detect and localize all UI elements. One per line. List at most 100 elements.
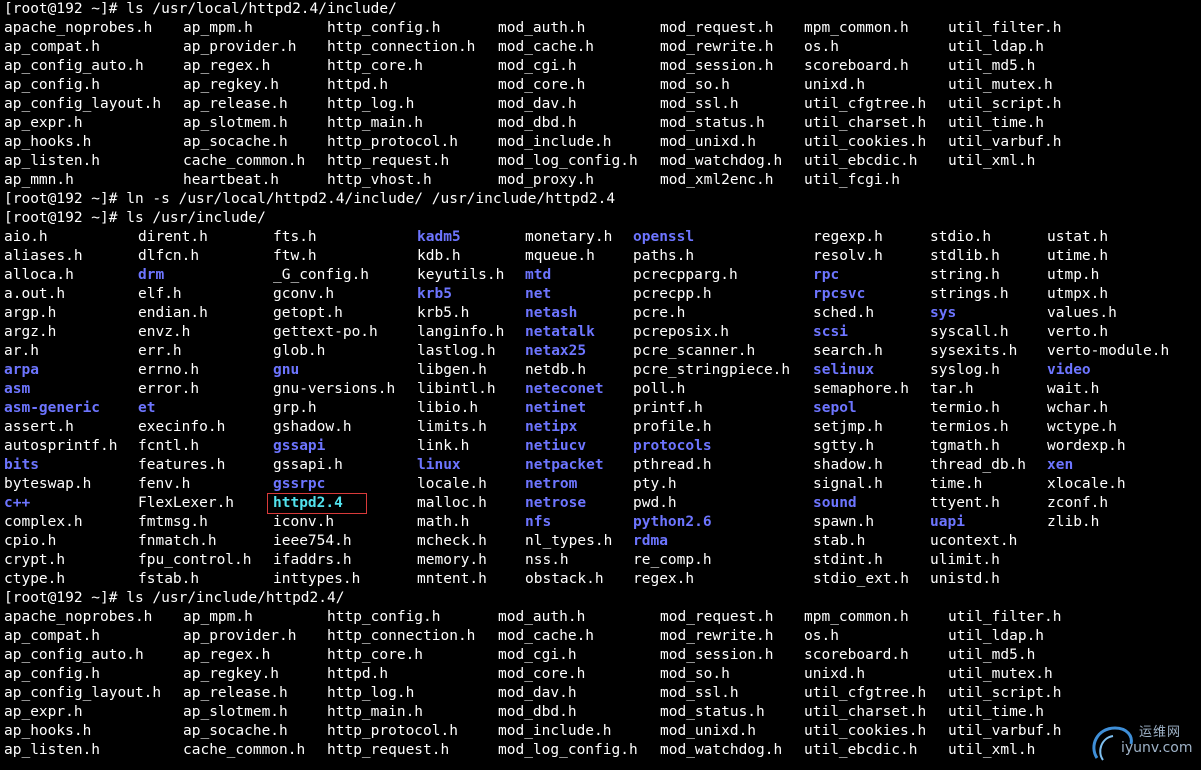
directory-entry: netpacket — [525, 457, 604, 473]
file-entry: stdio.h — [930, 229, 992, 245]
file-entry: ap_socache.h — [183, 134, 288, 150]
directory-entry: netrose — [525, 495, 587, 511]
file-entry: dirent.h — [138, 229, 208, 245]
listing-row: ap_compat.h ap_provider.h http_connection.… — [4, 627, 1199, 646]
file-entry: termios.h — [930, 419, 1009, 435]
file-entry: signal.h — [813, 476, 883, 492]
file-entry: memory.h — [417, 552, 487, 568]
file-entry: ifaddrs.h — [273, 552, 352, 568]
file-entry: gssapi.h — [273, 457, 343, 473]
listing-row: apache_noprobes.h ap_mpm.h http_config.h mo… — [4, 608, 1199, 627]
file-entry: fnmatch.h — [138, 533, 217, 549]
file-entry: FlexLexer.h — [138, 495, 235, 511]
file-entry: mod_dbd.h — [498, 704, 577, 720]
file-entry: ap_compat.h — [4, 628, 101, 644]
file-entry: http_connection.h — [327, 39, 476, 55]
file-entry: pty.h — [633, 476, 677, 492]
file-entry: autosprintf.h — [4, 438, 118, 454]
file-entry: ap_expr.h — [4, 704, 83, 720]
file-entry: cache_common.h — [183, 153, 306, 169]
directory-entry: et — [138, 400, 156, 416]
file-entry: ap_socache.h — [183, 723, 288, 739]
file-entry: ap_slotmem.h — [183, 704, 288, 720]
file-entry: pcrecpp.h — [633, 286, 712, 302]
file-entry: stdlib.h — [930, 248, 1000, 264]
file-entry: nss.h — [525, 552, 569, 568]
file-entry: http_main.h — [327, 704, 424, 720]
listing-row: crypt.h fpu_control.h ifaddrs.h memory.h nss… — [4, 551, 1199, 570]
file-entry: ieee754.h — [273, 533, 352, 549]
listing-row: ap_mmn.h heartbeat.h http_vhost.h mod_proxy… — [4, 171, 1199, 190]
listing-row: aliases.h dlfcn.h ftw.h kdb.h mqueue.h paths.… — [4, 247, 1199, 266]
file-entry: util_ebcdic.h — [804, 153, 918, 169]
file-entry: util_ldap.h — [948, 39, 1045, 55]
prompt-line: [root@192 ~]# ls /usr/include/httpd2.4/ — [4, 590, 345, 606]
file-entry: utmpx.h — [1047, 286, 1109, 302]
directory-entry: asm — [4, 381, 31, 397]
file-entry: time.h — [930, 476, 983, 492]
file-entry: http_main.h — [327, 115, 424, 131]
file-entry: limits.h — [417, 419, 487, 435]
file-entry: mod_cache.h — [498, 39, 595, 55]
directory-entry: krb5 — [417, 286, 452, 302]
file-entry: fenv.h — [138, 476, 191, 492]
directory-entry: scsi — [813, 324, 848, 340]
listing-row: ap_hooks.h ap_socache.h http_protocol.h mod… — [4, 133, 1199, 152]
file-entry: iconv.h — [273, 514, 335, 530]
directory-entry: netash — [525, 305, 578, 321]
file-entry: wait.h — [1047, 381, 1100, 397]
file-entry: paths.h — [633, 248, 695, 264]
file-entry: locale.h — [417, 476, 487, 492]
listing-row: ap_hooks.h ap_socache.h http_protocol.h mod… — [4, 722, 1199, 741]
file-entry: mqueue.h — [525, 248, 595, 264]
file-entry: krb5.h — [417, 305, 470, 321]
file-entry: elf.h — [138, 286, 182, 302]
file-entry: mod_cache.h — [498, 628, 595, 644]
listing-row: ctype.h fstab.h inttypes.h mntent.h obstack.… — [4, 570, 1199, 589]
file-entry: util_varbuf.h — [948, 723, 1062, 739]
file-entry: sgtty.h — [813, 438, 875, 454]
file-entry: errno.h — [138, 362, 200, 378]
file-entry: poll.h — [633, 381, 686, 397]
directory-entry: arpa — [4, 362, 39, 378]
file-entry: ap_config.h — [4, 666, 101, 682]
file-entry: tar.h — [930, 381, 974, 397]
file-entry: util_cookies.h — [804, 723, 927, 739]
file-entry: apache_noprobes.h — [4, 609, 153, 625]
listing-row: autosprintf.h fcntl.h gssapi link.h netiucv p… — [4, 437, 1199, 456]
file-entry: ap_config_auto.h — [4, 58, 144, 74]
file-entry: lastlog.h — [417, 343, 496, 359]
file-entry: mod_so.h — [660, 77, 730, 93]
file-entry: complex.h — [4, 514, 83, 530]
file-entry: error.h — [138, 381, 200, 397]
file-entry: libgen.h — [417, 362, 487, 378]
file-entry: util_md5.h — [948, 647, 1036, 663]
file-entry: http_protocol.h — [327, 134, 458, 150]
file-entry: verto.h — [1047, 324, 1109, 340]
file-entry: mod_log_config.h — [498, 742, 638, 758]
file-entry: verto-module.h — [1047, 343, 1170, 359]
file-entry: thread_db.h — [930, 457, 1027, 473]
listing-row: ap_expr.h ap_slotmem.h http_main.h mod_dbd.… — [4, 703, 1199, 722]
terminal-output[interactable]: [root@192 ~]# ls /usr/local/httpd2.4/inc… — [4, 0, 1199, 770]
file-entry: getopt.h — [273, 305, 343, 321]
file-entry: http_core.h — [327, 58, 424, 74]
file-entry: pcreposix.h — [633, 324, 730, 340]
directory-entry: python2.6 — [633, 514, 712, 530]
file-entry: pthread.h — [633, 457, 712, 473]
directory-entry: netax25 — [525, 343, 587, 359]
listing-row: cpio.h fnmatch.h ieee754.h mcheck.h nl_types… — [4, 532, 1199, 551]
file-entry: fts.h — [273, 229, 317, 245]
listing-row: ap_expr.h ap_slotmem.h http_main.h mod_dbd.… — [4, 114, 1199, 133]
file-entry: mod_session.h — [660, 58, 774, 74]
directory-entry: sys — [930, 305, 957, 321]
file-entry: ap_listen.h — [4, 742, 101, 758]
directory-entry: netipx — [525, 419, 578, 435]
file-entry: re_comp.h — [633, 552, 712, 568]
directory-entry: nfs — [525, 514, 552, 530]
file-entry: ustat.h — [1047, 229, 1109, 245]
file-entry: httpd.h — [327, 77, 389, 93]
file-entry: ar.h — [4, 343, 39, 359]
file-entry: gettext-po.h — [273, 324, 378, 340]
directory-entry: mtd — [525, 267, 552, 283]
